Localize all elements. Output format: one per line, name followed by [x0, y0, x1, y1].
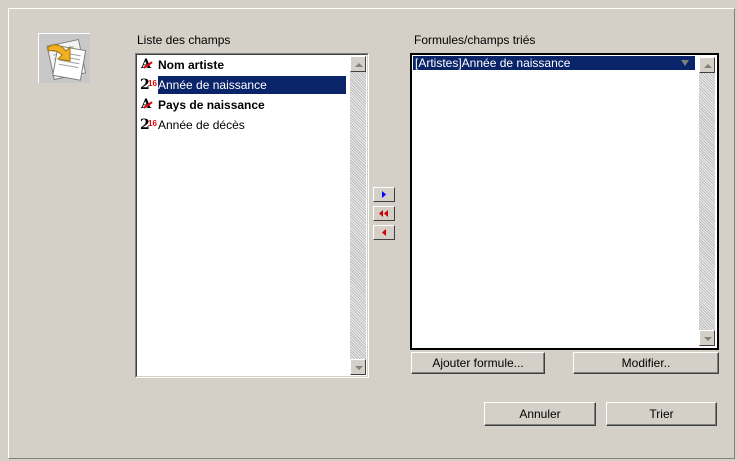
sorted-list-scroll-down-button[interactable] [699, 330, 715, 346]
add-formula-button[interactable]: Ajouter formule... [411, 352, 545, 374]
text-field-icon: A [138, 96, 158, 114]
arrow-left-icon [382, 229, 386, 236]
field-list-item[interactable]: ANom artiste [138, 56, 346, 74]
sort-order-descending-icon[interactable] [681, 60, 689, 66]
cancel-button[interactable]: Annuler [484, 402, 596, 426]
field-list[interactable]: ANom artiste216Année de naissanceAPays d… [135, 53, 369, 378]
number-field-icon: 2 16 [138, 76, 158, 94]
remove-all-button[interactable] [373, 206, 395, 221]
sorted-list-item[interactable]: [Artistes]Année de naissance [413, 56, 695, 70]
add-field-button[interactable] [373, 187, 395, 202]
field-name: Nom artiste [158, 58, 225, 72]
field-list-scroll-up-button[interactable] [350, 56, 366, 72]
number-field-icon: 2 16 [138, 116, 158, 134]
field-name: Année de décès [158, 118, 245, 132]
move-buttons [373, 187, 395, 247]
field-list-scrollbar[interactable] [350, 56, 366, 375]
field-name: Année de naissance [158, 76, 346, 94]
field-list-scroll-down-button[interactable] [350, 359, 366, 375]
number-type-badge: 16 [148, 119, 157, 128]
scroll-down-icon [704, 337, 712, 341]
scroll-up-icon [704, 64, 712, 68]
sort-icon [38, 33, 90, 83]
sort-button[interactable]: Trier [606, 402, 717, 426]
sorted-list-label: Formules/champs triés [414, 33, 536, 47]
sorted-list[interactable]: [Artistes]Année de naissance [410, 53, 719, 350]
double-arrow-left-icon [379, 210, 388, 217]
number-type-badge: 16 [148, 79, 157, 88]
sorted-list-scroll-up-button[interactable] [699, 57, 715, 73]
arrow-right-icon [382, 191, 386, 198]
field-list-item[interactable]: APays de naissance [138, 96, 346, 114]
sorted-field-name: [Artistes]Année de naissance [415, 56, 571, 70]
sorted-list-scrollbar[interactable] [699, 57, 715, 346]
field-list-item[interactable]: 2 16 Année de naissance [138, 76, 346, 94]
sort-dialog: Liste des champs ANom artiste216Année de… [8, 8, 735, 459]
field-list-item[interactable]: 2 16 Année de décès [138, 116, 346, 134]
scroll-up-icon [355, 63, 363, 67]
field-list-label: Liste des champs [137, 33, 231, 47]
field-name: Pays de naissance [158, 98, 265, 112]
scroll-down-icon [355, 366, 363, 370]
text-field-icon: A [138, 56, 158, 74]
remove-field-button[interactable] [373, 225, 395, 240]
edit-button[interactable]: Modifier.. [573, 352, 719, 374]
